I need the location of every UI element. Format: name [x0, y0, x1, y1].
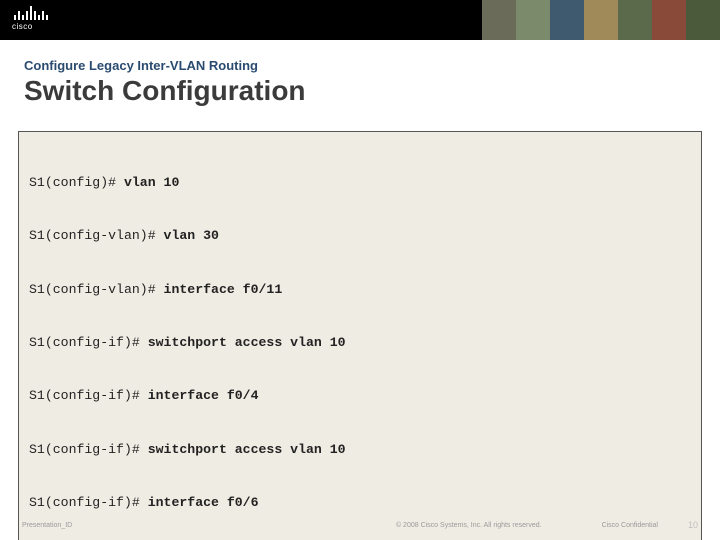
- cli-line: S1(config-if)# switchport access vlan 10: [29, 441, 691, 459]
- cli-line: S1(config-vlan)# interface f0/11: [29, 281, 691, 299]
- title-block: Configure Legacy Inter-VLAN Routing Swit…: [0, 40, 720, 117]
- terminal-output: S1(config)# vlan 10 S1(config-vlan)# vla…: [29, 138, 691, 540]
- cli-line: S1(config)# vlan 10: [29, 174, 691, 192]
- cisco-logo-text: cisco: [12, 22, 58, 31]
- header-photo-strip: [482, 0, 720, 40]
- copyright: © 2008 Cisco Systems, Inc. All rights re…: [396, 522, 542, 529]
- presentation-id: Presentation_ID: [22, 522, 72, 529]
- cli-line: S1(config-vlan)# vlan 30: [29, 227, 691, 245]
- cisco-logo-icon: [12, 4, 58, 20]
- cli-line: S1(config-if)# switchport access vlan 10: [29, 334, 691, 352]
- terminal-box: S1(config)# vlan 10 S1(config-vlan)# vla…: [18, 131, 702, 540]
- confidential: Cisco Confidential: [602, 522, 658, 529]
- cli-line: S1(config-if)# interface f0/6: [29, 494, 691, 512]
- cli-line: S1(config-if)# interface f0/4: [29, 387, 691, 405]
- footer: Presentation_ID © 2008 Cisco Systems, In…: [0, 520, 720, 530]
- pretitle: Configure Legacy Inter-VLAN Routing: [24, 58, 696, 73]
- cisco-logo: cisco: [12, 4, 58, 36]
- page-number: 10: [688, 520, 698, 530]
- top-bar: cisco: [0, 0, 720, 40]
- page-title: Switch Configuration: [24, 75, 696, 107]
